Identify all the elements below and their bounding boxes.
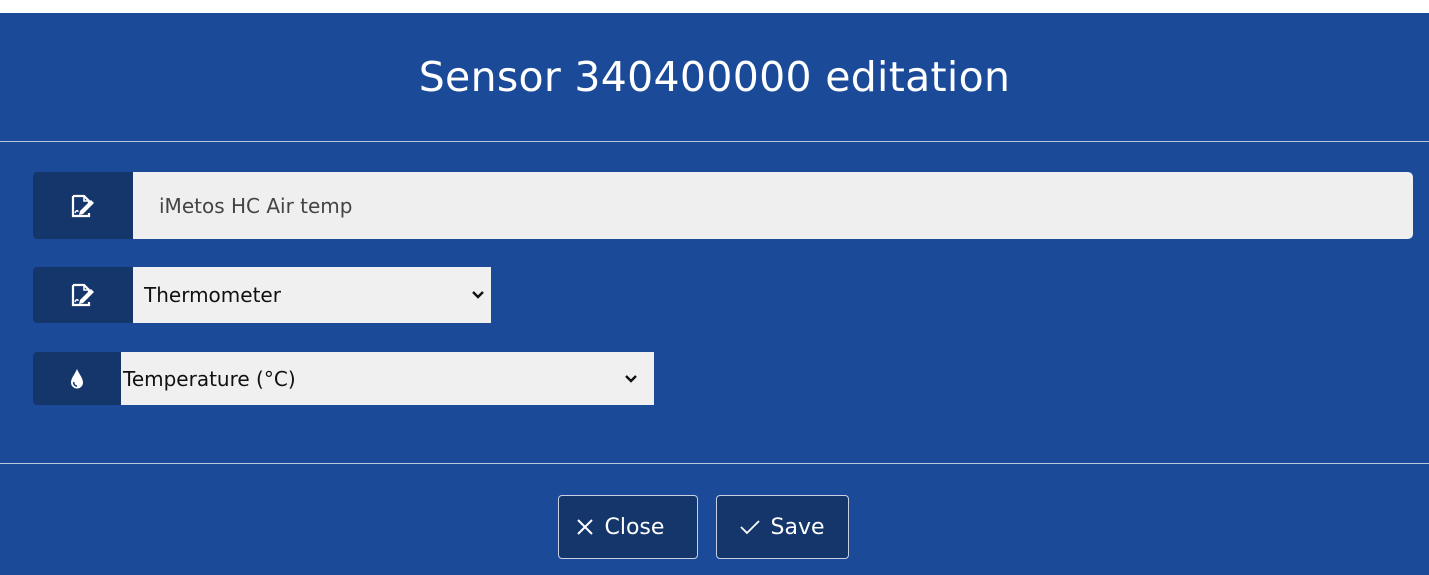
chevron-down-icon <box>469 286 487 304</box>
edit-document-icon <box>33 267 133 323</box>
sensor-unit-value: Temperature (°C) <box>123 366 296 391</box>
dialog-footer: Close Save <box>0 495 1429 559</box>
sensor-type-value: Thermometer <box>144 283 281 307</box>
sensor-name-row <box>33 172 1413 239</box>
top-strip <box>0 0 1429 13</box>
footer-divider <box>0 463 1429 464</box>
save-button-label: Save <box>770 514 825 540</box>
save-button[interactable]: Save <box>715 495 849 559</box>
water-drop-icon <box>33 352 121 405</box>
sensor-type-select[interactable]: Thermometer <box>133 267 491 323</box>
dialog-title: Sensor 340400000 editation <box>418 53 1011 101</box>
sensor-type-row: Thermometer <box>33 267 491 323</box>
sensor-edit-dialog: Sensor 340400000 editation iMetos HC Air… <box>0 0 1429 575</box>
close-button[interactable]: Close <box>557 495 698 559</box>
header-divider <box>0 141 1429 142</box>
check-icon <box>739 518 761 536</box>
close-button-label: Close <box>604 514 665 540</box>
chevron-down-icon <box>622 370 640 388</box>
sensor-name-input[interactable] <box>133 172 1413 239</box>
dialog-header: Sensor 340400000 editation <box>0 13 1429 141</box>
sensor-unit-select[interactable]: Temperature (°C) <box>121 352 654 405</box>
sensor-unit-row: Temperature (°C) <box>33 352 654 405</box>
edit-document-icon <box>33 172 133 239</box>
close-icon <box>575 517 595 537</box>
